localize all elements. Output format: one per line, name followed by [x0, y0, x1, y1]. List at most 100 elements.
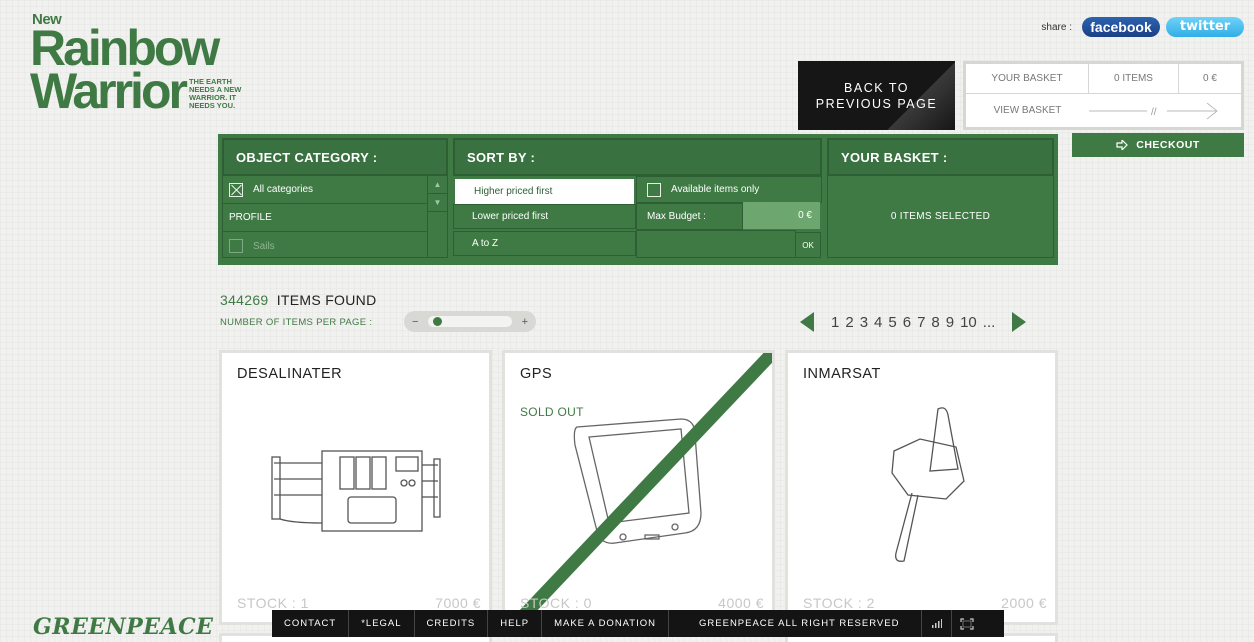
next-page-icon[interactable] — [1012, 312, 1027, 332]
sort-by-title: SORT BY : — [453, 138, 822, 176]
category-label: All categories — [253, 184, 314, 195]
footer-link-credits[interactable]: CREDITS — [415, 610, 489, 637]
sort-option-higher-price[interactable]: Higher priced first — [455, 179, 634, 204]
your-basket-title: YOUR BASKET : — [827, 138, 1054, 176]
facebook-share-button[interactable]: facebook — [1082, 17, 1160, 37]
basket-summary-box: YOUR BASKET 0 ITEMS 0 € VIEW BASKET // — [963, 61, 1244, 130]
object-category-title: OBJECT CATEGORY : — [222, 138, 448, 176]
arrow-right-icon — [1116, 140, 1129, 150]
basket-item-count: 0 ITEMS — [1089, 64, 1179, 93]
checkout-label: CHECKOUT — [1136, 139, 1200, 151]
footer-link-help[interactable]: HELP — [488, 610, 543, 637]
antenna-icon — [891, 407, 965, 562]
back-button-line2: PREVIOUS PAGE — [815, 96, 938, 111]
share-label: share : — [1041, 21, 1072, 33]
product-card-gps[interactable]: GPS SOLD OUT STOCK : 0 4000 € — [502, 350, 775, 625]
product-price: 4000 € — [718, 595, 764, 611]
items-found-label: ITEMS FOUND — [276, 292, 377, 308]
previous-page-icon[interactable] — [800, 312, 814, 332]
footer-link-legal[interactable]: *LEGAL — [349, 610, 415, 637]
signal-bars-icon[interactable] — [921, 610, 951, 637]
sold-out-badge: SOLD OUT — [520, 405, 584, 419]
logo-warrior: Warrior — [30, 63, 188, 119]
your-basket-section: YOUR BASKET : 0 ITEMS SELECTED — [827, 138, 1054, 262]
gps-icon — [573, 418, 702, 544]
arrow-mark: // — [1151, 107, 1157, 118]
product-name: DESALINATER — [237, 366, 343, 382]
items-per-page-label: NUMBER OF ITEMS PER PAGE : — [220, 317, 373, 328]
back-to-previous-page-button[interactable]: BACK TO PREVIOUS PAGE — [798, 61, 955, 130]
checkout-button[interactable]: CHECKOUT — [1072, 133, 1244, 157]
available-only-label: Available items only — [671, 184, 760, 195]
basket-label: YOUR BASKET — [966, 64, 1089, 93]
twitter-share-button[interactable]: twitter — [1166, 17, 1244, 37]
category-label: PROFILE — [229, 212, 272, 223]
page-link-8[interactable]: 8 — [931, 314, 939, 331]
category-item-profile[interactable]: PROFILE — [223, 204, 427, 232]
max-budget-input[interactable]: 0 € — [743, 202, 820, 229]
page-link-4[interactable]: 4 — [874, 314, 882, 331]
page-link-6[interactable]: 6 — [903, 314, 911, 331]
category-item-all[interactable]: All categories — [223, 176, 427, 204]
slider-handle[interactable] — [433, 317, 443, 326]
footer-link-contact[interactable]: CONTACT — [272, 610, 350, 637]
arrow-right-icon: // — [1089, 101, 1227, 121]
page-link-5[interactable]: 5 — [888, 314, 896, 331]
sort-option-a-to-z[interactable]: A to Z — [453, 231, 636, 256]
product-card-desalinater[interactable]: DESALINATER STOCK : 1 7000 € — [219, 350, 492, 625]
pagination: 1 2 3 4 5 6 7 8 9 10 ... — [800, 312, 1027, 332]
logo-rainbow: Rainbow — [30, 20, 220, 76]
basket-selected-summary: 0 ITEMS SELECTED — [827, 176, 1054, 258]
category-label: Sails — [253, 240, 275, 252]
desalinator-icon — [271, 450, 441, 532]
checkbox-icon[interactable] — [647, 182, 661, 197]
items-per-page-slider[interactable]: − + — [404, 311, 536, 332]
category-item-sails[interactable]: Sails — [223, 232, 427, 260]
footer-rights: GREENPEACE ALL RIGHT RESERVED — [699, 618, 900, 629]
page-ellipsis: ... — [982, 313, 996, 331]
max-budget-label: Max Budget : — [636, 203, 743, 230]
product-price: 7000 € — [435, 595, 481, 611]
plus-icon[interactable]: + — [522, 316, 528, 328]
page-link-1[interactable]: 1 — [831, 314, 839, 331]
footer-link-donation[interactable]: MAKE A DONATION — [542, 610, 670, 637]
fullscreen-icon[interactable] — [951, 610, 981, 637]
category-list: All categories PROFILE Sails ▲ ▼ — [222, 176, 448, 258]
page-link-10[interactable]: 10 — [960, 314, 977, 331]
product-card-inmarsat[interactable]: INMARSAT STOCK : 2 2000 € — [785, 350, 1058, 625]
items-found: 344269 ITEMS FOUND — [220, 292, 376, 308]
product-name: GPS — [520, 366, 553, 382]
view-basket-label: VIEW BASKET — [993, 105, 1062, 116]
slider-track[interactable] — [428, 316, 512, 327]
page-link-7[interactable]: 7 — [917, 314, 925, 331]
checkbox-icon[interactable] — [229, 239, 243, 253]
scroll-up-icon[interactable]: ▲ — [428, 176, 447, 194]
category-scrollbar[interactable]: ▲ ▼ — [427, 176, 447, 257]
greenpeace-logo[interactable]: GREENPEACE — [33, 614, 213, 640]
page-link-2[interactable]: 2 — [845, 314, 853, 331]
page-link-9[interactable]: 9 — [946, 314, 954, 331]
product-price: 2000 € — [1001, 595, 1047, 611]
page-link-3[interactable]: 3 — [860, 314, 868, 331]
product-stock: STOCK : 0 — [520, 595, 592, 611]
filter-panel: OBJECT CATEGORY : All categories PROFILE… — [218, 134, 1058, 265]
sort-by-section: SORT BY : Higher priced first Lower pric… — [453, 138, 822, 262]
logo-tagline: THE EARTH NEEDS A NEW WARRIOR. IT NEEDS … — [188, 77, 242, 110]
product-name: INMARSAT — [803, 366, 881, 382]
items-found-count: 344269 — [220, 292, 269, 308]
rainbow-warrior-logo[interactable]: New Rainbow Warrior THE EARTH NEEDS A NE… — [30, 12, 251, 119]
basket-total: 0 € — [1203, 73, 1217, 84]
footer-bar: CONTACT *LEGAL CREDITS HELP MAKE A DONAT… — [272, 610, 1004, 637]
share-bar: share : facebook twitter — [1041, 17, 1244, 37]
scroll-down-icon[interactable]: ▼ — [428, 194, 447, 212]
budget-ok-button[interactable]: OK — [795, 232, 821, 258]
checkbox-checked-icon[interactable] — [229, 182, 243, 197]
back-button-line1: BACK TO — [844, 80, 909, 95]
sort-option-lower-price[interactable]: Lower priced first — [453, 204, 636, 229]
product-stock: STOCK : 1 — [237, 595, 309, 611]
product-stock: STOCK : 2 — [803, 595, 875, 611]
view-basket-link[interactable]: VIEW BASKET // — [966, 94, 1241, 127]
minus-icon[interactable]: − — [412, 316, 418, 328]
budget-spacer — [636, 230, 796, 258]
available-items-only-toggle[interactable]: Available items only — [636, 176, 822, 203]
